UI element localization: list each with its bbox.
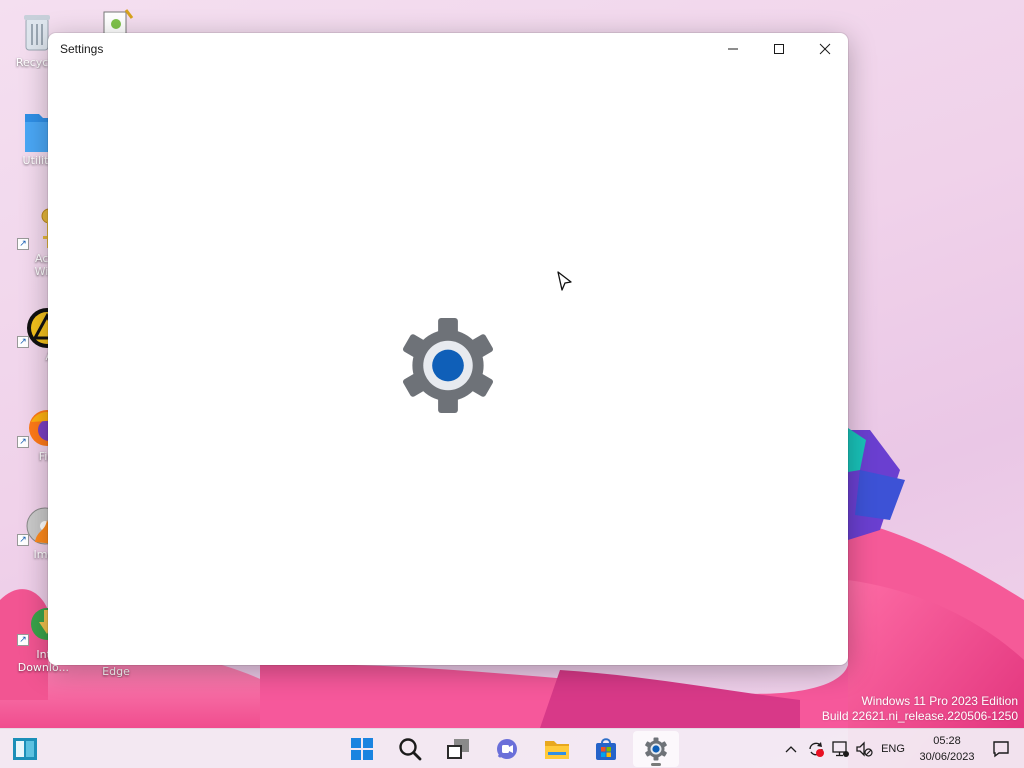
chevron-up-icon xyxy=(785,746,797,753)
network-tray-button[interactable] xyxy=(830,739,850,759)
widgets-button[interactable] xyxy=(2,731,48,767)
search-button[interactable] xyxy=(387,731,433,767)
settings-icon xyxy=(645,737,667,761)
clock-time: 05:28 xyxy=(933,735,961,747)
teams-chat-icon xyxy=(497,739,517,759)
mouse-cursor-icon xyxy=(556,270,574,292)
task-view-button[interactable] xyxy=(435,731,481,767)
clock-date: 30/06/2023 xyxy=(919,751,975,763)
widgets-icon xyxy=(13,738,37,760)
minimize-button[interactable] xyxy=(710,33,756,65)
watermark-build: Build 22621.ni_release.220506-1250 xyxy=(821,709,1018,723)
taskbar: ENG 05:28 30/06/2023 xyxy=(0,728,1024,768)
file-explorer-icon xyxy=(545,741,569,759)
volume-tray-button[interactable] xyxy=(854,739,874,759)
shortcut-arrow-icon: ↗ xyxy=(17,534,29,546)
sync-status-tray-button[interactable] xyxy=(806,739,826,759)
file-explorer-button[interactable] xyxy=(534,731,580,767)
settings-taskbar-button[interactable] xyxy=(633,731,679,767)
shortcut-arrow-icon: ↗ xyxy=(17,238,29,250)
notification-icon xyxy=(993,741,1009,758)
title-bar[interactable]: Settings xyxy=(48,33,848,65)
store-icon xyxy=(596,738,616,760)
settings-splash-gear-icon xyxy=(398,318,498,413)
clock-button[interactable]: 05:28 30/06/2023 xyxy=(906,733,988,765)
start-button[interactable] xyxy=(339,731,385,767)
maximize-icon xyxy=(774,44,784,54)
microsoft-store-button[interactable] xyxy=(583,731,629,767)
show-hidden-icons-button[interactable] xyxy=(784,739,798,759)
maximize-button[interactable] xyxy=(756,33,802,65)
watermark-edition: Windows 11 Pro 2023 Edition xyxy=(861,694,1018,708)
volume-muted-icon xyxy=(856,741,873,757)
minimize-icon xyxy=(728,48,738,50)
shortcut-arrow-icon: ↗ xyxy=(17,634,29,646)
network-icon xyxy=(832,741,849,757)
close-icon xyxy=(819,43,831,55)
task-view-icon xyxy=(447,739,469,759)
teams-chat-button[interactable] xyxy=(484,731,530,767)
close-button[interactable] xyxy=(802,33,848,65)
window-title: Settings xyxy=(60,42,104,56)
windows-edition-watermark: Windows 11 Pro 2023 Edition Build 22621.… xyxy=(822,694,1018,724)
search-icon xyxy=(399,738,422,761)
notification-center-button[interactable] xyxy=(990,739,1012,759)
sync-error-icon xyxy=(809,742,824,757)
start-icon xyxy=(351,738,373,760)
shortcut-arrow-icon: ↗ xyxy=(17,336,29,348)
settings-window[interactable]: Settings xyxy=(48,33,848,665)
input-language-indicator[interactable]: ENG xyxy=(878,739,908,759)
shortcut-arrow-icon: ↗ xyxy=(17,436,29,448)
